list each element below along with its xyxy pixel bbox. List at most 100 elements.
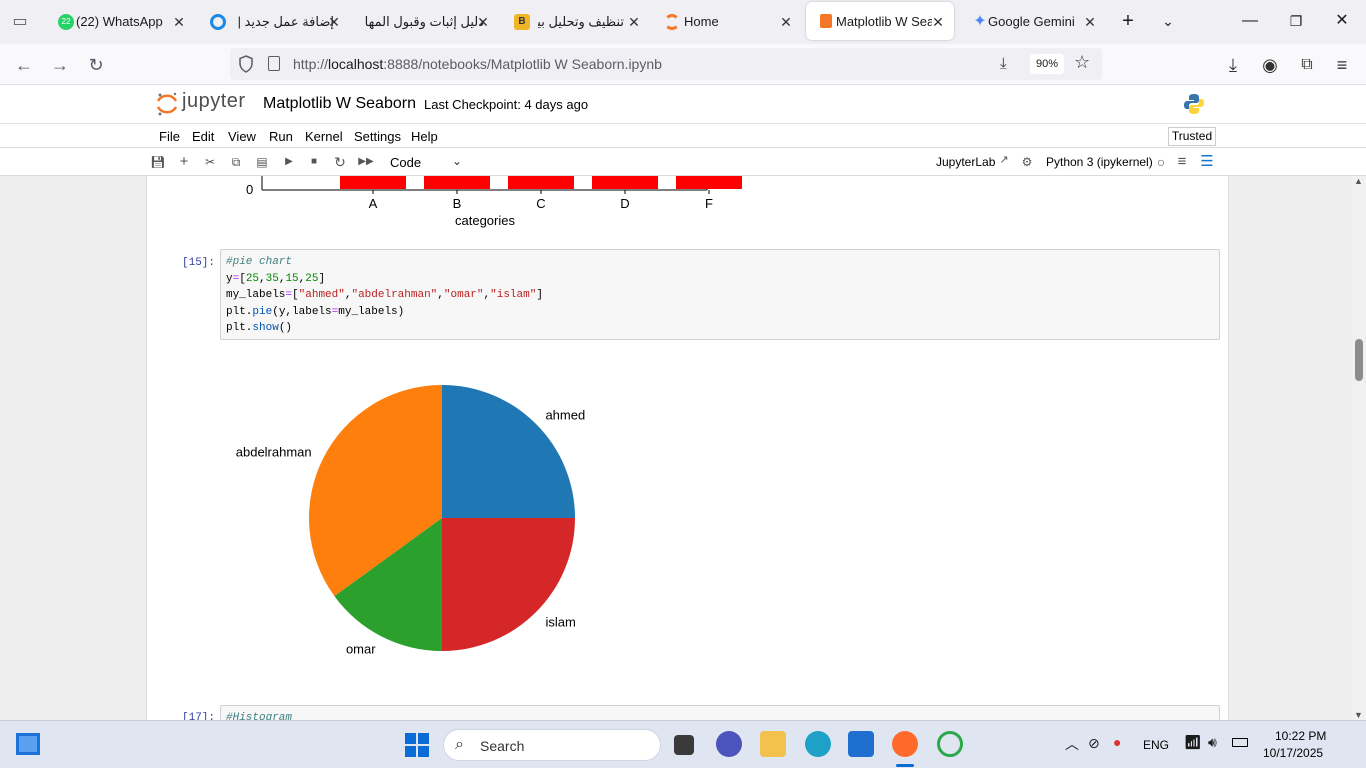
store-icon[interactable]: [848, 731, 874, 757]
code-cell[interactable]: #pie chart y=[25,35,15,25] my_labels=["ahm…: [220, 249, 1220, 340]
restart-icon[interactable]: ↻: [332, 154, 348, 170]
cut-icon[interactable]: ✂: [202, 154, 218, 170]
menu-run[interactable]: Run: [269, 129, 293, 144]
fast-forward-icon[interactable]: ▶▶: [358, 154, 374, 170]
scrollbar-thumb[interactable]: [1355, 339, 1363, 381]
pie-label: ahmed: [545, 408, 585, 423]
tab-list-button[interactable]: ⌄: [1157, 10, 1179, 32]
tab-home[interactable]: Home ✕: [650, 0, 805, 44]
battery-icon[interactable]: [1232, 738, 1248, 747]
account-icon[interactable]: ◉: [1258, 53, 1282, 77]
close-icon[interactable]: ✕: [930, 14, 946, 30]
list-icon[interactable]: ≡: [1174, 154, 1190, 170]
close-icon[interactable]: ✕: [626, 14, 642, 30]
file-explorer-icon[interactable]: [760, 731, 786, 757]
notebook-panel[interactable]: 0 A B C D F categories [15]: #pie chart y=[25…: [0, 176, 1366, 720]
network-off-icon[interactable]: ⊘: [1088, 735, 1100, 752]
vertical-scrollbar[interactable]: ▲ ▼: [1352, 176, 1366, 720]
task-view-icon[interactable]: [674, 735, 694, 755]
menu-kernel[interactable]: Kernel: [305, 129, 343, 144]
menu-settings[interactable]: Settings: [354, 129, 401, 144]
save-icon[interactable]: 💾︎: [150, 154, 166, 170]
shield-icon[interactable]: [238, 55, 254, 73]
pie-label: abdelrahman: [236, 445, 312, 460]
wifi-icon[interactable]: 📶︎: [1184, 734, 1202, 751]
x-tick-label: D: [620, 196, 629, 211]
minimize-button[interactable]: —: [1239, 10, 1261, 32]
notebook-toolbar: 💾︎ + ✂ ⧉ ▤ ▶ ■ ↻ ▶▶ Code ⌄ JupyterLab ↗ …: [0, 148, 1366, 176]
page-icon[interactable]: [268, 56, 280, 71]
taskbar-search[interactable]: ⌕ Search: [443, 729, 661, 761]
menu-help[interactable]: Help: [411, 129, 438, 144]
close-icon[interactable]: ✕: [326, 14, 342, 30]
code-cell[interactable]: #Histogram: [220, 705, 1220, 720]
bar-chart-output: 0 A B C D F categories: [246, 176, 742, 228]
zoom-level[interactable]: 90%: [1030, 54, 1064, 74]
tab-khamsat[interactable]: إضافة عمل جديد | ✕: [196, 0, 350, 44]
menu-edit[interactable]: Edit: [192, 129, 214, 144]
close-icon[interactable]: ✕: [475, 14, 491, 30]
close-icon[interactable]: ✕: [778, 14, 794, 30]
input-language[interactable]: ENG: [1143, 738, 1169, 752]
restore-button[interactable]: ❐: [1285, 10, 1307, 32]
firefox-icon[interactable]: [892, 731, 918, 757]
debugger-icon[interactable]: ⚙: [1019, 154, 1035, 170]
menu-view[interactable]: View: [228, 129, 256, 144]
browser-nav-bar: ← → ↻ http://localhost:8888/notebooks/Ma…: [0, 44, 1366, 85]
pie-chart: ahmed abdelrahman omar islam: [236, 385, 585, 656]
tab-data-cleaning[interactable]: B تنظيف وتحليل بيان ✕: [500, 0, 650, 44]
tab-whatsapp[interactable]: 22 (22) WhatsApp ✕: [44, 0, 196, 44]
menu-icon[interactable]: ≡: [1330, 53, 1354, 77]
jupyter-logo-icon[interactable]: [155, 91, 179, 117]
stop-icon[interactable]: ■: [306, 154, 322, 170]
url-text[interactable]: http://localhost:8888/notebooks/Matplotl…: [293, 56, 662, 72]
chat-app-icon[interactable]: [716, 731, 742, 757]
menu-file[interactable]: File: [159, 129, 180, 144]
jupyter-logo-text[interactable]: jupyter: [182, 90, 246, 113]
add-cell-icon[interactable]: +: [176, 154, 192, 170]
scroll-up-icon[interactable]: ▲: [1354, 176, 1363, 186]
extensions-icon[interactable]: ⧉: [1295, 53, 1319, 77]
close-icon[interactable]: ✕: [1082, 14, 1098, 30]
x-tick-label: B: [453, 196, 462, 211]
chevron-down-icon[interactable]: ⌄: [452, 154, 462, 168]
notebook-title[interactable]: Matplotlib W Seaborn: [263, 95, 416, 113]
tab-matplotlib-notebook[interactable]: Matplotlib W Seal ✕: [806, 2, 954, 40]
clock-date[interactable]: 10/17/2025: [1263, 746, 1323, 760]
widgets-icon[interactable]: [16, 733, 40, 755]
address-bar[interactable]: http://localhost:8888/notebooks/Matplotl…: [230, 48, 1102, 80]
start-icon[interactable]: [405, 733, 429, 757]
close-window-button[interactable]: ✕: [1331, 10, 1353, 32]
new-tab-button[interactable]: +: [1117, 10, 1139, 32]
copy-icon[interactable]: ⧉: [228, 154, 244, 170]
paste-icon[interactable]: ▤: [254, 154, 270, 170]
reload-button[interactable]: ↻: [84, 53, 108, 77]
app-icon[interactable]: [937, 731, 963, 757]
bookmark-star-icon[interactable]: ☆: [1074, 52, 1090, 73]
code-editor[interactable]: #pie chart y=[25,35,15,25] my_labels=["ahm…: [221, 250, 1219, 337]
trusted-indicator[interactable]: Trusted: [1168, 127, 1216, 146]
tab-label: Home: [684, 14, 719, 29]
clock-time[interactable]: 10:22 PM: [1275, 729, 1326, 743]
notification-icon[interactable]: ●: [1113, 734, 1121, 750]
external-link-icon[interactable]: ↗: [996, 152, 1012, 168]
cell-type-select[interactable]: Code: [390, 155, 421, 170]
code-editor[interactable]: #Histogram: [221, 706, 1219, 720]
close-icon[interactable]: ✕: [171, 14, 187, 30]
tab-overview-icon[interactable]: ▭: [8, 10, 32, 34]
edge-icon[interactable]: [805, 731, 831, 757]
volume-icon[interactable]: 🔊︎: [1208, 734, 1217, 751]
property-inspector-icon[interactable]: ☰: [1199, 154, 1215, 170]
tab-gemini[interactable]: ✦ Google Gemini ✕: [958, 0, 1108, 44]
chevron-up-icon[interactable]: ︿: [1065, 734, 1079, 754]
run-icon[interactable]: ▶: [281, 154, 297, 170]
downloads-icon[interactable]: ⤓: [1221, 53, 1245, 77]
download-page-icon[interactable]: ⤓: [1000, 55, 1007, 72]
forward-button[interactable]: →: [48, 53, 72, 77]
kernel-name[interactable]: Python 3 (ipykernel): [1046, 155, 1153, 169]
jupyterlab-link[interactable]: JupyterLab: [936, 155, 995, 169]
scroll-down-icon[interactable]: ▼: [1354, 710, 1363, 720]
back-button[interactable]: ←: [12, 53, 36, 77]
tab-arabic-guide[interactable]: دليل إثبات وقبول المها ✕: [350, 0, 500, 44]
b-icon: B: [514, 14, 530, 30]
